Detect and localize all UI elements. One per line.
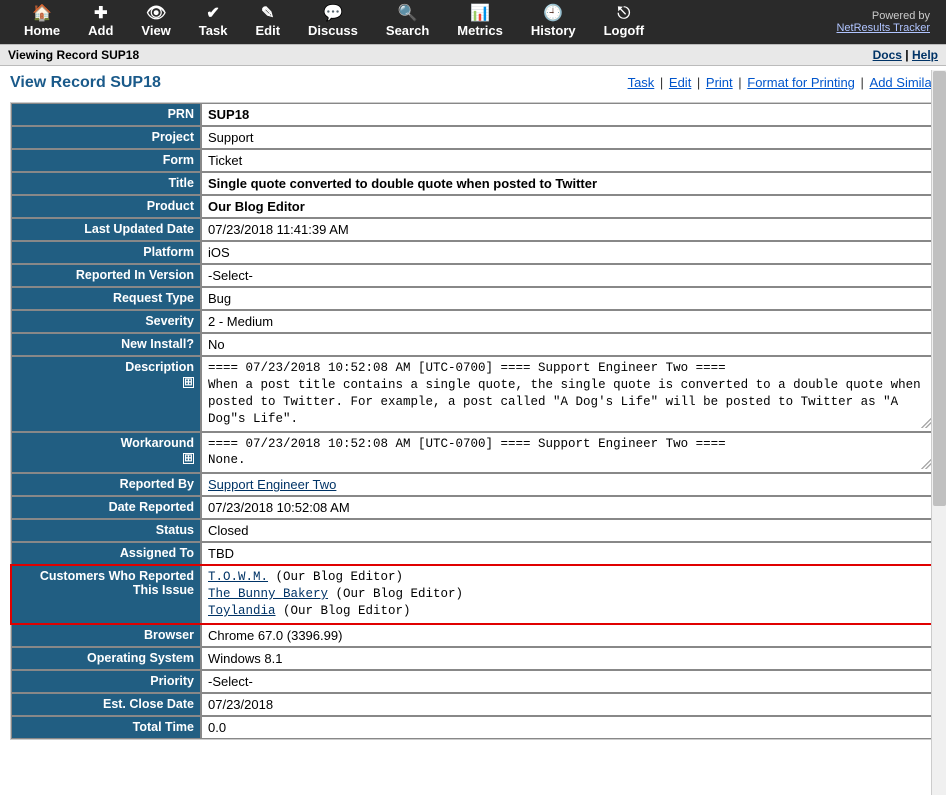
field-label-est-close-date: Est. Close Date [11,693,201,716]
toolbar-logoff[interactable]: ⎋Logoff [590,3,658,41]
toolbar-metrics[interactable]: 📊Metrics [443,3,517,41]
field-label-new-install-: New Install? [11,333,201,356]
field-label-workaround: Workaround ⊞ [11,432,201,474]
field-value-date-reported: 07/23/2018 10:52:08 AM [201,496,935,519]
link-support-engineer-two[interactable]: Support Engineer Two [208,477,336,492]
content-area: View Record SUP18 Task | Edit | Print | … [0,66,946,791]
task-icon: ✔ [199,5,228,23]
action-edit[interactable]: Edit [669,75,691,90]
record-table: PRNSUP18ProjectSupportFormTicketTitleSin… [10,102,936,740]
resize-grip[interactable] [921,459,931,469]
field-value-reported-by: Support Engineer Two [201,473,935,496]
discuss-icon: 💬 [308,5,358,23]
main-toolbar: 🏠Home✚Add👁View✔Task✎Edit💬Discuss🔍Search📊… [0,0,946,44]
field-value-prn: SUP18 [201,103,935,126]
description-text: ==== 07/23/2018 10:52:08 AM [UTC-0700] =… [208,360,928,428]
field-value-title: Single quote converted to double quote w… [201,172,935,195]
toolbar-discuss[interactable]: 💬Discuss [294,3,372,41]
customer-row: Toylandia (Our Blog Editor) [208,603,928,620]
field-value-status: Closed [201,519,935,542]
customer-link[interactable]: Toylandia [208,604,276,618]
field-label-date-reported: Date Reported [11,496,201,519]
toolbar-search[interactable]: 🔍Search [372,3,443,41]
field-label-product: Product [11,195,201,218]
field-value-request-type: Bug [201,287,935,310]
field-value-form: Ticket [201,149,935,172]
field-label-description: Description ⊞ [11,356,201,432]
field-label-assigned-to: Assigned To [11,542,201,565]
field-value-description: ==== 07/23/2018 10:52:08 AM [UTC-0700] =… [201,356,935,432]
subbar-links: Docs | Help [873,48,938,62]
subbar-title: Viewing Record SUP18 [8,48,139,62]
customer-row: The Bunny Bakery (Our Blog Editor) [208,586,928,603]
field-label-status: Status [11,519,201,542]
view-icon: 👁 [141,5,170,23]
field-label-prn: PRN [11,103,201,126]
field-value-new-install-: No [201,333,935,356]
scrollbar[interactable] [931,70,946,795]
field-value-product: Our Blog Editor [201,195,935,218]
home-icon: 🏠 [24,5,60,23]
page-header: View Record SUP18 Task | Edit | Print | … [10,74,936,92]
field-value-browser: Chrome 67.0 (3396.99) [201,624,935,647]
docs-link[interactable]: Docs [873,48,902,62]
toolbar-view[interactable]: 👁View [127,3,184,41]
action-format-for-printing[interactable]: Format for Printing [747,75,855,90]
search-icon: 🔍 [386,5,429,23]
field-value-total-time: 0.0 [201,716,935,739]
field-value-assigned-to: TBD [201,542,935,565]
toolbar-add[interactable]: ✚Add [74,3,127,41]
toolbar-home[interactable]: 🏠Home [10,3,74,41]
customer-row: T.O.W.M. (Our Blog Editor) [208,569,928,586]
field-value-operating-system: Windows 8.1 [201,647,935,670]
field-label-operating-system: Operating System [11,647,201,670]
field-label-last-updated-date: Last Updated Date [11,218,201,241]
field-label-priority: Priority [11,670,201,693]
field-label-request-type: Request Type [11,287,201,310]
field-value-project: Support [201,126,935,149]
field-value-severity: 2 - Medium [201,310,935,333]
field-label-reported-in-version: Reported In Version [11,264,201,287]
field-label-total-time: Total Time [11,716,201,739]
field-label-project: Project [11,126,201,149]
metrics-icon: 📊 [457,5,503,23]
resize-grip[interactable] [921,418,931,428]
workaround-text: ==== 07/23/2018 10:52:08 AM [UTC-0700] =… [208,436,928,470]
field-label-platform: Platform [11,241,201,264]
action-task[interactable]: Task [628,75,655,90]
field-label-customers: Customers Who Reported This Issue [11,565,201,624]
toolbar-task[interactable]: ✔Task [185,3,242,41]
powered-by: Powered byNetResults Tracker [836,10,936,34]
netresults-link[interactable]: NetResults Tracker [836,22,930,34]
sub-toolbar: Viewing Record SUP18 Docs | Help [0,44,946,66]
action-links: Task | Edit | Print | Format for Printin… [628,75,936,90]
help-link[interactable]: Help [912,48,938,62]
expand-description-icon[interactable]: ⊞ [183,377,194,388]
customer-link[interactable]: The Bunny Bakery [208,587,328,601]
edit-icon: ✎ [255,5,280,23]
field-value-last-updated-date: 07/23/2018 11:41:39 AM [201,218,935,241]
field-value-priority: -Select- [201,670,935,693]
logoff-icon: ⎋ [604,5,644,23]
toolbar-edit[interactable]: ✎Edit [241,3,294,41]
field-label-reported-by: Reported By [11,473,201,496]
expand-workaround-icon[interactable]: ⊞ [183,453,194,464]
field-label-form: Form [11,149,201,172]
field-value-customers: T.O.W.M. (Our Blog Editor)The Bunny Bake… [201,565,935,624]
action-print[interactable]: Print [706,75,733,90]
page-title: View Record SUP18 [10,74,161,92]
customer-link[interactable]: T.O.W.M. [208,570,268,584]
field-label-severity: Severity [11,310,201,333]
history-icon: 🕘 [531,5,576,23]
field-label-browser: Browser [11,624,201,647]
field-value-est-close-date: 07/23/2018 [201,693,935,716]
add-icon: ✚ [88,5,113,23]
field-label-title: Title [11,172,201,195]
action-add-similar[interactable]: Add Similar [870,75,936,90]
field-value-platform: iOS [201,241,935,264]
field-value-workaround: ==== 07/23/2018 10:52:08 AM [UTC-0700] =… [201,432,935,474]
field-value-reported-in-version: -Select- [201,264,935,287]
toolbar-history[interactable]: 🕘History [517,3,590,41]
